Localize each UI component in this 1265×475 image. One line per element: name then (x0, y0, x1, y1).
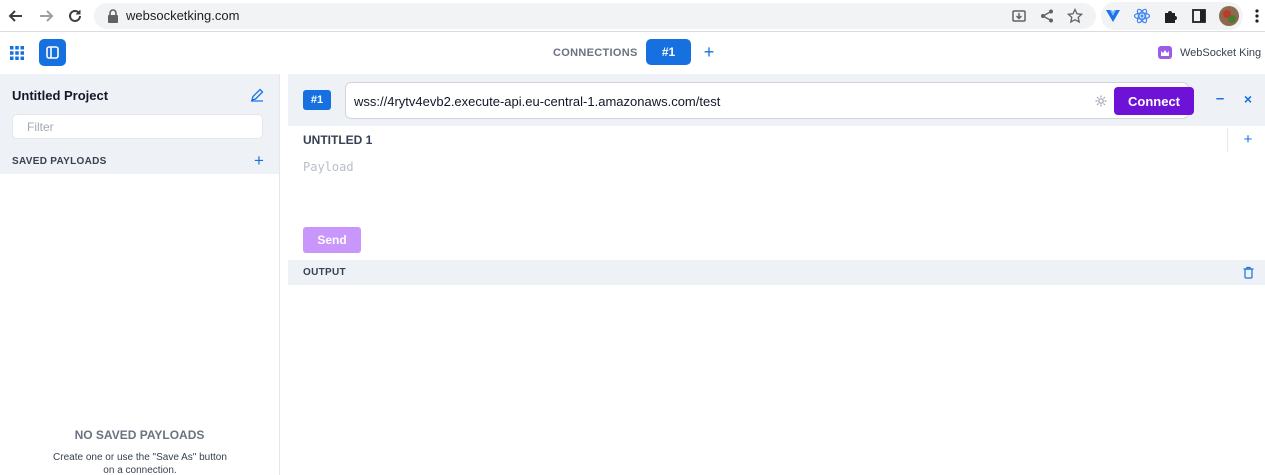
sidebar-icon (46, 46, 59, 59)
add-connection-button[interactable]: + (701, 42, 717, 62)
lock-icon (108, 9, 118, 23)
puzzle-icon (1165, 11, 1177, 23)
extension-react[interactable] (1131, 5, 1153, 27)
connect-button[interactable]: Connect (1114, 87, 1194, 115)
connection-badge: #1 (303, 90, 331, 110)
address-url: websocketking.com (126, 8, 240, 23)
filter-input[interactable] (12, 114, 263, 139)
sidebar: Untitled Project SAVED PAYLOADS + NO SAV… (0, 74, 280, 475)
close-connection-button[interactable]: × (1241, 91, 1255, 107)
app-header: CONNECTIONS #1 + WebSocket King (0, 33, 1265, 74)
connections-label: CONNECTIONS (553, 47, 638, 59)
extensions-button[interactable] (1159, 5, 1181, 27)
kebab-menu-icon (1255, 9, 1259, 23)
minimize-connection-button[interactable]: – (1213, 91, 1227, 107)
tab-payload-untitled-1[interactable]: UNTITLED 1 (303, 133, 372, 147)
url-field: Connect (345, 82, 1194, 119)
arrow-left-icon (8, 10, 22, 22)
profile-avatar[interactable] (1218, 5, 1240, 27)
project-title: Untitled Project (12, 88, 109, 103)
crown-icon (1158, 46, 1172, 59)
add-saved-payload-button[interactable]: + (251, 152, 267, 170)
output-label: OUTPUT (303, 267, 346, 278)
gear-icon[interactable] (1094, 94, 1108, 108)
share-button[interactable] (1036, 5, 1058, 27)
brand[interactable]: WebSocket King (1158, 46, 1261, 59)
side-panel-button[interactable] (1188, 5, 1210, 27)
avatar-icon (1219, 6, 1239, 26)
reload-icon (69, 9, 81, 22)
tab-connection-1[interactable]: #1 (646, 39, 691, 65)
back-button[interactable] (4, 4, 28, 28)
react-devtools-icon (1133, 8, 1151, 24)
connection-bar: #1 Connect – × (288, 74, 1265, 126)
connection-panel: #1 Connect – × UNTITLED 1 + Send OUTPUT (288, 74, 1265, 475)
install-app-button[interactable] (1008, 5, 1030, 27)
browser-menu-button[interactable] (1246, 5, 1265, 27)
side-panel-icon (1192, 9, 1206, 23)
forward-button[interactable] (34, 4, 58, 28)
empty-state-title: NO SAVED PAYLOADS (74, 428, 205, 442)
extension-vue[interactable] (1102, 5, 1124, 27)
star-icon (1067, 8, 1083, 24)
saved-payloads-list: NO SAVED PAYLOADS Create one or use the … (0, 174, 279, 475)
saved-payloads-header: SAVED PAYLOADS (12, 156, 107, 167)
payload-input[interactable] (303, 160, 1203, 220)
output-log (288, 285, 1265, 475)
browser-toolbar: websocketking.com (0, 0, 1265, 32)
reload-button[interactable] (63, 4, 87, 28)
output-header: OUTPUT (288, 260, 1265, 285)
vue-devtools-icon (1106, 10, 1120, 22)
trash-icon[interactable] (1243, 266, 1254, 279)
websocket-url-input[interactable] (354, 92, 1084, 110)
send-button[interactable]: Send (303, 227, 361, 253)
brand-name: WebSocket King (1180, 46, 1262, 59)
arrow-right-icon (40, 10, 54, 22)
pencil-icon[interactable] (250, 88, 264, 102)
grid-icon[interactable] (10, 46, 24, 60)
sidebar-toggle-button[interactable] (39, 39, 66, 66)
install-icon (1012, 10, 1026, 22)
share-icon (1041, 9, 1053, 23)
bookmark-button[interactable] (1064, 5, 1086, 27)
address-bar[interactable]: websocketking.com (94, 3, 1096, 29)
add-payload-button[interactable]: + (1241, 131, 1255, 149)
empty-state-hint: Create one or use the "Save As" button o… (53, 452, 227, 475)
tab-divider (1227, 128, 1228, 152)
